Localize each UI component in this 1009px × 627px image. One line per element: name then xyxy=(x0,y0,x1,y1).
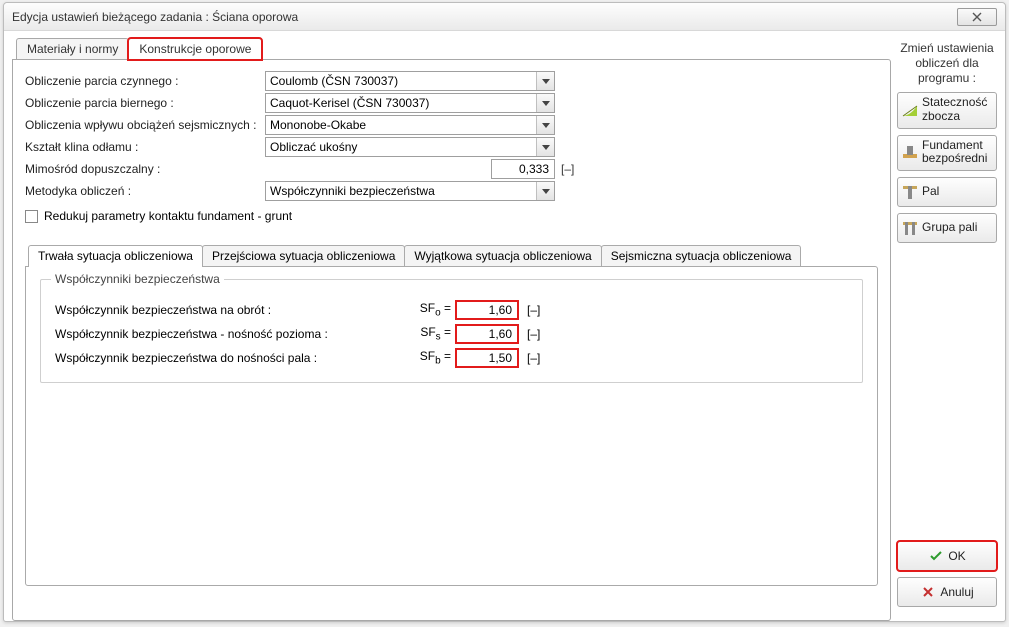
situations-tabs-wrap: Trwała sytuacja obliczeniowa Przejściowa… xyxy=(25,244,878,586)
tab-permanent[interactable]: Trwała sytuacja obliczeniowa xyxy=(28,245,203,267)
button-slope-stability-label: Stateczność zbocza xyxy=(922,96,992,124)
group-safety-factors: Współczynniki bezpieczeństwa Współczynni… xyxy=(40,279,863,383)
select-active-pressure[interactable]: Coulomb (ČSN 730037) xyxy=(265,71,555,91)
pile-group-icon xyxy=(902,220,918,236)
button-spread-footing[interactable]: Fundament bezpośredni xyxy=(897,135,997,172)
select-passive-pressure-value: Caquot-Kerisel (ČSN 730037) xyxy=(270,96,429,110)
select-wedge[interactable]: Obliczać ukośny xyxy=(265,137,555,157)
cancel-button-label: Anuluj xyxy=(940,585,973,599)
pile-icon xyxy=(902,184,918,200)
select-method-value: Współczynniki bezpieczeństwa xyxy=(270,184,435,198)
tab-retaining-structures[interactable]: Konstrukcje oporowe xyxy=(128,38,262,60)
unit-eccentricity: [–] xyxy=(561,162,574,176)
select-active-pressure-value: Coulomb (ČSN 730037) xyxy=(270,74,398,88)
tab-transient[interactable]: Przejściowa sytuacja obliczeniowa xyxy=(202,245,405,266)
button-slope-stability[interactable]: Stateczność zbocza xyxy=(897,92,997,129)
symbol-sf-overturning: SFo = xyxy=(415,301,455,318)
input-sf-horizontal[interactable] xyxy=(455,324,519,344)
close-button[interactable] xyxy=(957,8,997,26)
window-title: Edycja ustawień bieżącego zadania : Ścia… xyxy=(12,10,957,24)
dialog-window: Edycja ustawień bieżącego zadania : Ścia… xyxy=(3,2,1006,622)
button-pile-group[interactable]: Grupa pali xyxy=(897,213,997,243)
unit-sf-pile: [–] xyxy=(527,351,540,365)
cancel-icon xyxy=(920,584,936,600)
ok-button-label: OK xyxy=(948,549,965,563)
select-seismic-value: Mononobe-Okabe xyxy=(270,118,366,132)
button-pile[interactable]: Pal xyxy=(897,177,997,207)
select-passive-pressure[interactable]: Caquot-Kerisel (ČSN 730037) xyxy=(265,93,555,113)
symbol-sf-pile: SFb = xyxy=(415,349,455,366)
chevron-down-icon xyxy=(536,72,554,90)
sidebar-title: Zmień ustawienia obliczeń dla programu : xyxy=(897,41,997,86)
select-method[interactable]: Współczynniki bezpieczeństwa xyxy=(265,181,555,201)
tab-seismic[interactable]: Sejsmiczna sytuacja obliczeniowa xyxy=(601,245,802,266)
input-eccentricity[interactable] xyxy=(491,159,555,179)
unit-sf-overturning: [–] xyxy=(527,303,540,317)
cancel-button[interactable]: Anuluj xyxy=(897,577,997,607)
sidebar: Zmień ustawienia obliczeń dla programu :… xyxy=(897,37,997,613)
symbol-sf-horizontal: SFs = xyxy=(415,325,455,342)
unit-sf-horizontal: [–] xyxy=(527,327,540,341)
titlebar: Edycja ustawień bieżącego zadania : Ścia… xyxy=(4,3,1005,31)
chevron-down-icon xyxy=(536,138,554,156)
label-method: Metodyka obliczeń : xyxy=(25,184,265,198)
button-spread-footing-label: Fundament bezpośredni xyxy=(922,139,992,167)
select-wedge-value: Obliczać ukośny xyxy=(270,140,357,154)
situations-frame: Współczynniki bezpieczeństwa Współczynni… xyxy=(25,266,878,586)
label-wedge: Kształt klina odłamu : xyxy=(25,140,265,154)
ok-button[interactable]: OK xyxy=(897,541,997,571)
check-icon xyxy=(928,548,944,564)
close-icon xyxy=(971,12,983,22)
label-sf-horizontal: Współczynnik bezpieczeństwa - nośność po… xyxy=(55,327,415,341)
footing-icon xyxy=(902,144,918,160)
chevron-down-icon xyxy=(536,182,554,200)
main-panel: Materiały i normy Konstrukcje oporowe Ob… xyxy=(12,37,891,613)
label-eccentricity: Mimośród dopuszczalny : xyxy=(25,162,265,176)
chevron-down-icon xyxy=(536,94,554,112)
button-pile-label: Pal xyxy=(922,185,939,199)
label-passive-pressure: Obliczenie parcia biernego : xyxy=(25,96,265,110)
main-frame: Obliczenie parcia czynnego : Coulomb (ČS… xyxy=(12,59,891,621)
input-sf-pile[interactable] xyxy=(455,348,519,368)
tab-accidental[interactable]: Wyjątkowa sytuacja obliczeniowa xyxy=(404,245,601,266)
slope-icon xyxy=(902,102,918,118)
button-pile-group-label: Grupa pali xyxy=(922,221,977,235)
label-seismic: Obliczenia wpływu obciążeń sejsmicznych … xyxy=(25,118,265,132)
label-active-pressure: Obliczenie parcia czynnego : xyxy=(25,74,265,88)
label-reduce-params: Redukuj parametry kontaktu fundament - g… xyxy=(44,209,292,223)
situations-tabs: Trwała sytuacja obliczeniowa Przejściowa… xyxy=(25,244,878,266)
top-tabs: Materiały i normy Konstrukcje oporowe xyxy=(12,37,891,59)
content-area: Materiały i normy Konstrukcje oporowe Ob… xyxy=(4,31,1005,621)
select-seismic[interactable]: Mononobe-Okabe xyxy=(265,115,555,135)
input-sf-overturning[interactable] xyxy=(455,300,519,320)
tab-materials[interactable]: Materiały i normy xyxy=(16,38,129,59)
label-sf-pile: Współczynnik bezpieczeństwa do nośności … xyxy=(55,351,415,365)
group-legend: Współczynniki bezpieczeństwa xyxy=(51,272,224,286)
checkbox-reduce-params[interactable] xyxy=(25,210,38,223)
chevron-down-icon xyxy=(536,116,554,134)
label-sf-overturning: Współczynnik bezpieczeństwa na obrót : xyxy=(55,303,415,317)
